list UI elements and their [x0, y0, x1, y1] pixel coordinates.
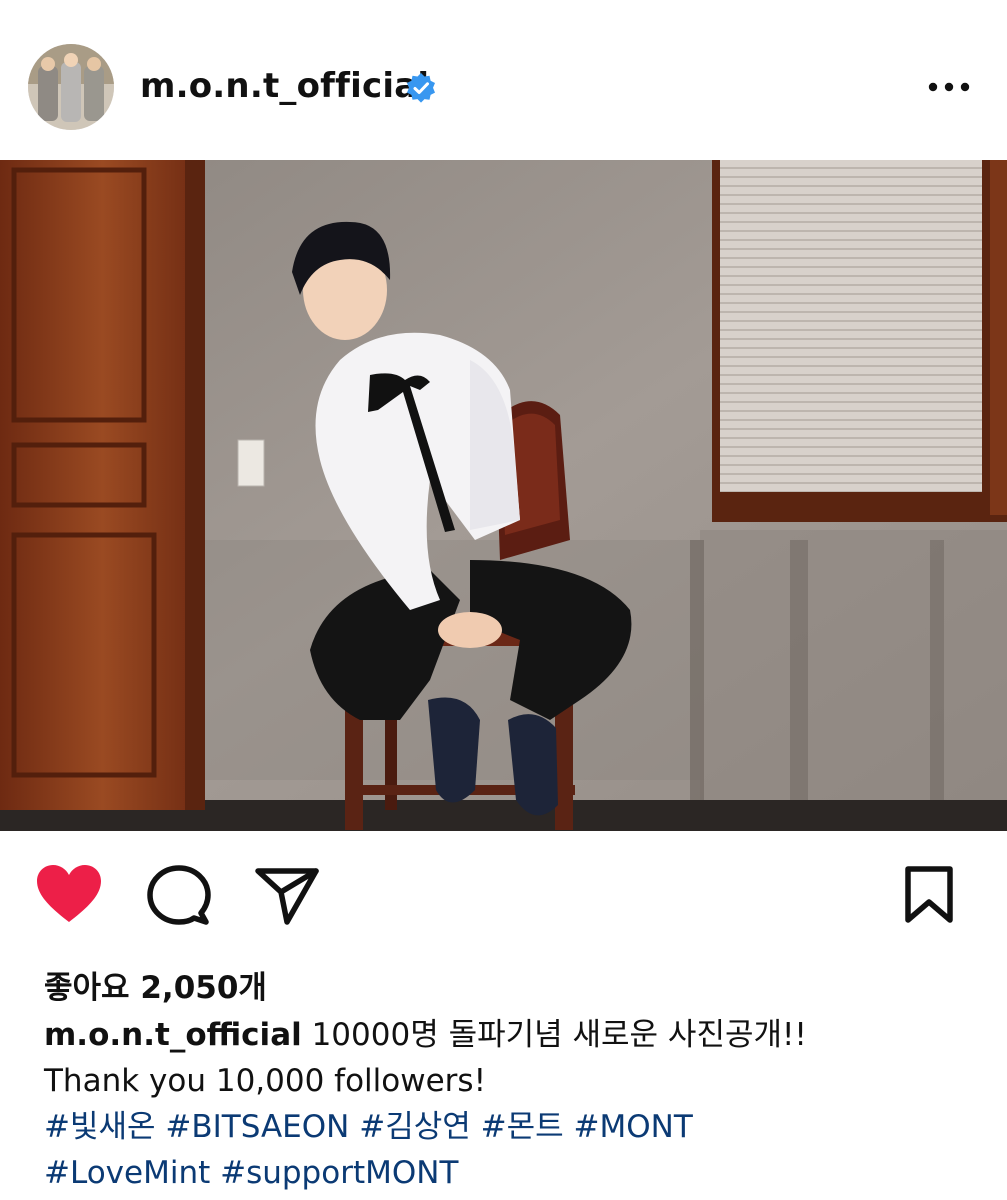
comment-icon: [147, 865, 211, 925]
avatar-image: [28, 44, 114, 130]
post-header: m.o.n.t_official: [0, 0, 1007, 160]
hashtag[interactable]: #BITSAEON: [165, 1109, 349, 1145]
likes-count[interactable]: 좋아요 2,050개: [44, 962, 267, 1007]
post-caption: m.o.n.t_official 10000명 돌파기념 새로운 사진공개!! …: [44, 1012, 984, 1196]
post-username[interactable]: m.o.n.t_official: [140, 66, 429, 106]
hashtag[interactable]: #MONT: [574, 1109, 693, 1145]
post-photo[interactable]: [0, 160, 1007, 831]
caption-username[interactable]: m.o.n.t_official: [44, 1017, 302, 1053]
verified-badge-icon: [405, 72, 437, 104]
caption-text-1: 10000명 돌파기념 새로운 사진공개!!: [301, 1017, 807, 1053]
hashtags-row-2: #LoveMint #supportMONT: [44, 1150, 984, 1196]
caption-line-1: m.o.n.t_official 10000명 돌파기념 새로운 사진공개!!: [44, 1012, 984, 1058]
heart-icon: [37, 865, 101, 922]
like-button[interactable]: [36, 864, 102, 926]
share-button[interactable]: [254, 864, 320, 926]
hashtag[interactable]: #빛새온: [44, 1109, 156, 1145]
hashtag[interactable]: #몬트: [481, 1109, 564, 1145]
caption-line-2: Thank you 10,000 followers!: [44, 1063, 486, 1099]
comment-button[interactable]: [146, 864, 212, 926]
hashtags-row-1: #빛새온 #BITSAEON #김상연 #몬트 #MONT: [44, 1104, 984, 1150]
hashtag[interactable]: #supportMONT: [220, 1155, 458, 1191]
save-button[interactable]: [896, 864, 962, 926]
share-icon: [255, 868, 319, 925]
hashtag[interactable]: #김상연: [359, 1109, 471, 1145]
more-options-icon[interactable]: [925, 70, 973, 104]
post-image: [0, 160, 1007, 831]
hashtag[interactable]: #LoveMint: [44, 1155, 210, 1191]
profile-avatar[interactable]: [28, 44, 114, 130]
bookmark-icon: [905, 866, 953, 923]
